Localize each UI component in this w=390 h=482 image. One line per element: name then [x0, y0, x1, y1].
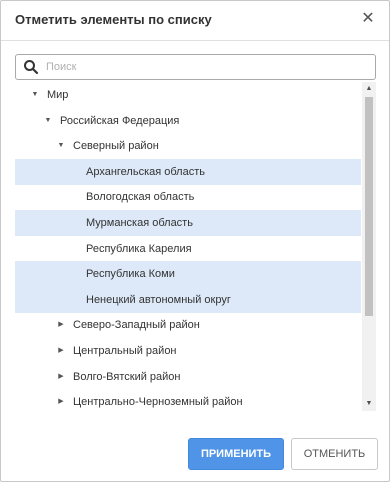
triangle-down-icon[interactable]: ▼	[56, 133, 66, 159]
tree-item[interactable]: ▼ Северный район	[15, 133, 361, 159]
tree-item-label: Волго-Вятский район	[73, 370, 181, 383]
tree-item[interactable]: ▶ Северо-Западный район	[15, 312, 361, 338]
tree-item-label: Центрально-Черноземный район	[73, 396, 243, 409]
dialog-header: Отметить элементы по списку ✕	[1, 1, 389, 41]
tree-item[interactable]: Архангельская область	[15, 158, 361, 185]
triangle-right-icon[interactable]: ▶	[56, 364, 66, 390]
tree-item[interactable]: ▶ Центральный район	[15, 338, 361, 364]
search-input[interactable]	[46, 58, 366, 76]
tree-item-label: Мурманская область	[86, 217, 193, 229]
apply-button[interactable]: ПРИМЕНИТЬ	[188, 438, 284, 470]
scroll-up-icon[interactable]: ▲	[362, 82, 376, 96]
tree-item[interactable]: ▼ Мир	[15, 82, 361, 108]
triangle-right-icon[interactable]: ▶	[56, 338, 66, 364]
tree-item-label: Вологодская область	[86, 191, 195, 204]
tree-item[interactable]: Мурманская область	[15, 210, 361, 236]
scroll-down-icon[interactable]: ▼	[362, 397, 376, 411]
close-icon[interactable]: ✕	[360, 10, 376, 28]
tree-item-label: Северный район	[73, 140, 159, 153]
dialog-title: Отметить элементы по списку	[15, 12, 212, 27]
triangle-right-icon[interactable]: ▶	[56, 312, 66, 338]
tree-item[interactable]: ▶ Центрально-Черноземный район	[15, 389, 361, 411]
triangle-down-icon[interactable]: ▼	[30, 82, 40, 108]
scroll-thumb[interactable]	[365, 97, 373, 316]
triangle-right-icon[interactable]: ▶	[56, 389, 66, 411]
tree-item[interactable]: Республика Карелия	[15, 236, 361, 262]
tree-item-label: Архангельская область	[86, 165, 205, 178]
tree-item-label: Республика Коми	[86, 268, 175, 281]
dialog: Отметить элементы по списку ✕ ▼ Мир ▼ Росси…	[0, 0, 390, 482]
tree-item-label: Мир	[47, 89, 69, 101]
tree-scrollbar[interactable]: ▲ ▼	[362, 82, 376, 411]
triangle-down-icon[interactable]: ▼	[43, 108, 53, 134]
tree-item-label: Центральный район	[73, 345, 177, 357]
cancel-button[interactable]: ОТМЕНИТЬ	[291, 438, 378, 470]
tree-item-label: Республика Карелия	[86, 242, 192, 255]
tree-item[interactable]: Ненецкий автономный округ	[15, 286, 361, 313]
tree-item-label: Ненецкий автономный округ	[86, 293, 231, 306]
tree-item[interactable]: ▼ Российская Федерация	[15, 108, 361, 134]
tree-item-label: Северо-Западный район	[73, 319, 200, 332]
tree-list: ▼ Мир ▼ Российская Федерация ▼ Северный район…	[15, 82, 361, 411]
tree-item[interactable]: Республика Коми	[15, 261, 361, 288]
search-icon	[24, 60, 39, 75]
tree-item[interactable]: Вологодская область	[15, 184, 361, 210]
tree-item-label: Российская Федерация	[60, 114, 180, 127]
tree-item[interactable]: ▶ Волго-Вятский район	[15, 364, 361, 390]
search-box	[15, 54, 376, 80]
